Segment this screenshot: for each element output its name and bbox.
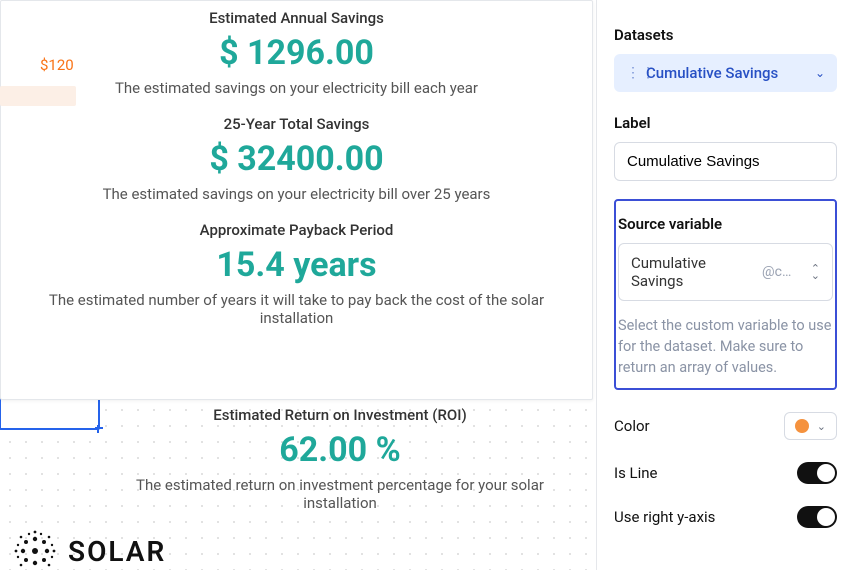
stats-card: Estimated Annual Savings $ 1296.00 The e… [0, 0, 593, 400]
stat-title: Estimated Annual Savings [21, 9, 572, 27]
select-chevrons-icon: ⌃⌄ [811, 265, 820, 279]
stat-roi: Estimated Return on Investment (ROI) 62.… [100, 404, 580, 530]
right-axis-toggle[interactable] [797, 506, 837, 528]
stat-title: Approximate Payback Period [21, 221, 572, 239]
stat-value: $ 32400.00 [21, 139, 572, 179]
chevron-down-icon: ⌄ [815, 66, 825, 80]
price-label: $120 [40, 56, 74, 74]
source-variable-help: Select the custom variable to use for th… [618, 315, 833, 378]
stat-desc: The estimated savings on your electricit… [21, 185, 572, 203]
dataset-item-label: Cumulative Savings [646, 64, 778, 82]
logo-mark-icon [12, 528, 58, 574]
stat-title: 25-Year Total Savings [21, 115, 572, 133]
color-picker-button[interactable]: ⌄ [784, 412, 837, 440]
chevron-down-icon: ⌄ [817, 420, 826, 433]
right-axis-label: Use right y-axis [614, 508, 715, 526]
is-line-label: Is Line [614, 464, 658, 482]
grip-icon: ⋮⋮ [626, 70, 636, 76]
source-variable-selected: Cumulative Savings [631, 254, 754, 290]
logo: SOLAR [12, 528, 166, 574]
label-input[interactable] [614, 142, 837, 181]
stat-value: $ 1296.00 [21, 33, 572, 73]
properties-panel: Datasets ⋮⋮ Cumulative Savings ⌄ Label S… [596, 0, 854, 570]
stat-value: 15.4 years [21, 245, 572, 285]
stat-payback: Approximate Payback Period 15.4 years Th… [21, 221, 572, 327]
datasets-heading: Datasets [614, 26, 837, 44]
color-swatch-icon [795, 419, 809, 433]
stat-desc: The estimated number of years it will ta… [21, 291, 572, 327]
is-line-toggle[interactable] [797, 462, 837, 484]
source-variable-select[interactable]: Cumulative Savings @cu… ⌃⌄ [618, 243, 833, 301]
price-chip [0, 86, 76, 106]
stat-desc: The estimated return on investment perce… [100, 476, 580, 512]
dataset-item[interactable]: ⋮⋮ Cumulative Savings ⌄ [614, 54, 837, 92]
color-label: Color [614, 417, 650, 435]
stat-title: Estimated Return on Investment (ROI) [100, 406, 580, 424]
stat-desc: The estimated savings on your electricit… [21, 79, 572, 97]
logo-text: SOLAR [68, 535, 166, 568]
source-variable-section: Source variable Cumulative Savings @cu… … [614, 199, 837, 390]
stat-value: 62.00 % [100, 430, 580, 470]
stat-annual-savings: Estimated Annual Savings $ 1296.00 The e… [21, 9, 572, 97]
source-variable-heading: Source variable [618, 215, 835, 233]
source-variable-meta: @cu… [762, 264, 797, 280]
stat-25yr-savings: 25-Year Total Savings $ 32400.00 The est… [21, 115, 572, 203]
label-heading: Label [614, 114, 837, 132]
